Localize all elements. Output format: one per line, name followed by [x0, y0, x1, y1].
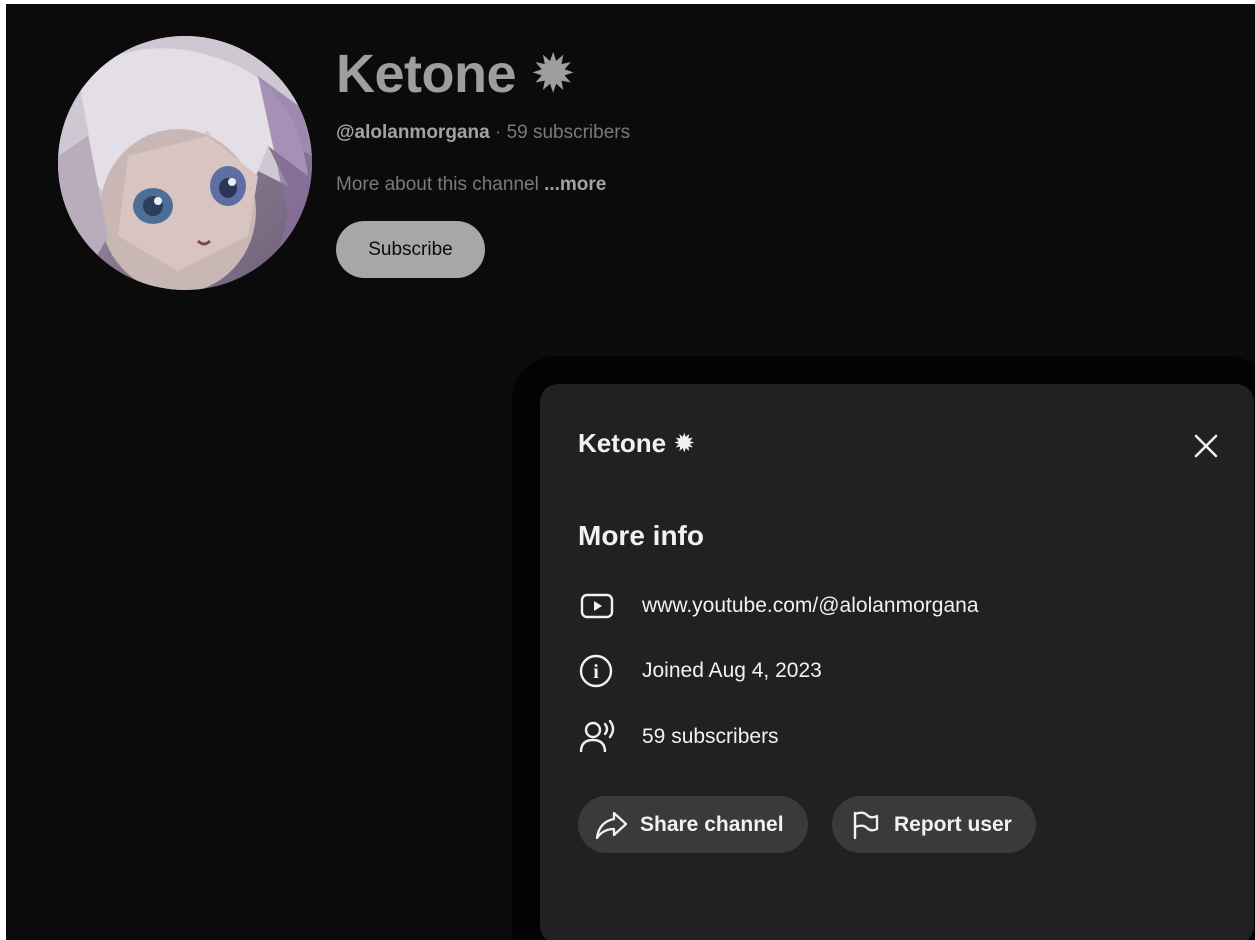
info-icon: i	[578, 651, 622, 691]
channel-url-row[interactable]: www.youtube.com/@alolanmorgana	[578, 586, 979, 626]
share-arrow-icon	[594, 808, 628, 842]
share-channel-button[interactable]: Share channel	[578, 796, 808, 853]
section-title: More info	[578, 520, 704, 551]
dialog-title: Ketone ✹	[578, 428, 696, 458]
more-link[interactable]: ...more	[544, 174, 606, 195]
channel-name: Ketone ✹	[336, 44, 576, 104]
subscribe-button[interactable]: Subscribe	[336, 221, 485, 278]
subscriber-count: 59 subscribers	[506, 122, 631, 143]
channel-url-link[interactable]: www.youtube.com/@alolanmorgana	[642, 594, 979, 618]
avatar-image	[58, 36, 312, 290]
joined-date-text: Joined Aug 4, 2023	[642, 659, 822, 682]
report-user-button[interactable]: Report user	[832, 796, 1036, 853]
flag-icon	[848, 808, 882, 842]
channel-meta: @alolanmorgana · 59 subscribers	[336, 122, 630, 144]
share-channel-label: Share channel	[640, 812, 784, 836]
close-icon	[1194, 434, 1218, 458]
description-text: More about this channel	[336, 174, 545, 195]
subscribers-icon	[578, 717, 622, 757]
subscribers-row: 59 subscribers	[578, 717, 779, 757]
report-user-label: Report user	[894, 812, 1012, 836]
close-button[interactable]	[1188, 428, 1224, 464]
channel-handle: @alolanmorgana	[336, 122, 490, 143]
asterisk-icon: ✹	[673, 428, 696, 458]
channel-description[interactable]: More about this channel ...more	[336, 174, 606, 196]
about-dialog: Ketone ✹ More info www.youtube.com/@alol…	[540, 384, 1254, 940]
channel-avatar[interactable]	[58, 36, 312, 290]
channel-page: Ketone ✹ @alolanmorgana · 59 subscribers…	[6, 4, 1255, 940]
subscribers-text: 59 subscribers	[642, 725, 779, 748]
video-play-icon	[578, 586, 622, 626]
meta-separator: ·	[489, 122, 507, 143]
asterisk-icon: ✹	[530, 44, 576, 104]
svg-text:i: i	[593, 661, 599, 683]
joined-date-row: i Joined Aug 4, 2023	[578, 651, 822, 691]
